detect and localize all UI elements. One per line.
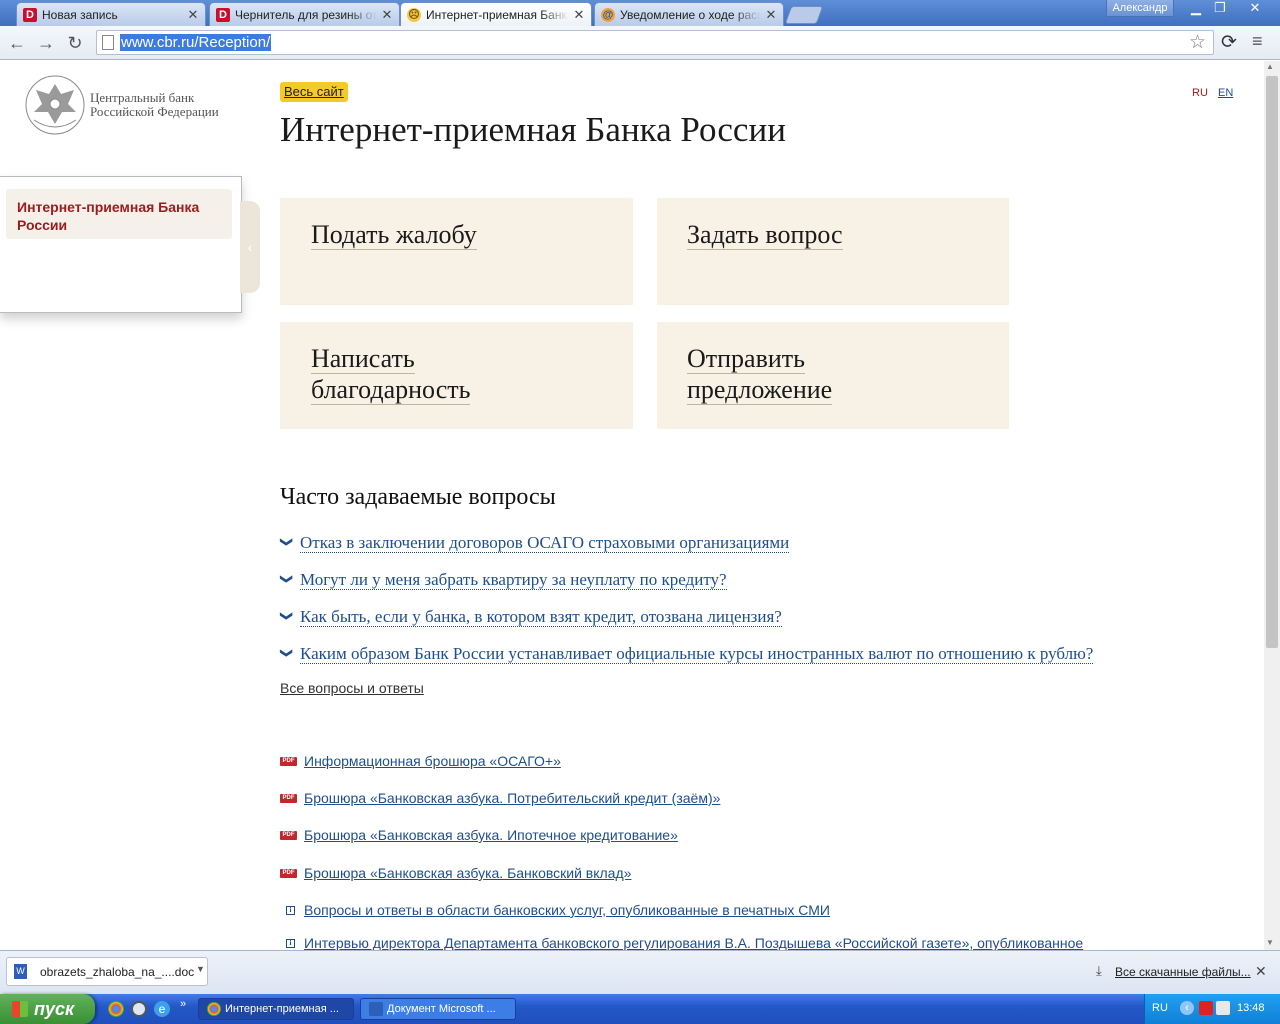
tab-notification[interactable]: @ Уведомление о ходе рассм ✕ <box>594 2 784 26</box>
task-word-document[interactable]: Документ Microsoft ... <box>360 998 516 1020</box>
chrome-icon[interactable] <box>108 1001 124 1017</box>
restore-icon[interactable]: ❐ <box>1208 0 1232 17</box>
question-card[interactable] <box>657 198 1009 305</box>
card-line[interactable]: благодарность <box>311 375 471 405</box>
media-player-icon[interactable] <box>131 1001 147 1017</box>
d-favicon-icon: D <box>23 7 37 22</box>
doc-link[interactable]: Брошюра «Банковская азбука. Потребительс… <box>304 790 720 806</box>
chevron-down-icon[interactable]: ❯ <box>280 537 294 551</box>
all-questions-link[interactable]: Все вопросы и ответы <box>280 680 424 696</box>
pdf-icon: PDF <box>280 869 297 878</box>
url-text[interactable]: www.cbr.ru/Reception/ <box>120 34 272 51</box>
close-icon[interactable]: ✕ <box>187 7 199 23</box>
minimize-icon[interactable]: ▁ <box>1184 0 1208 17</box>
tab-title: Чернитель для резины от с <box>235 7 377 22</box>
close-icon[interactable]: ✕ <box>381 7 393 23</box>
task-label: Документ Microsoft ... <box>387 1003 496 1015</box>
back-arrow-icon[interactable]: ← <box>6 32 28 54</box>
menu-icon[interactable]: ≡ <box>1252 31 1263 52</box>
page-icon <box>102 35 114 50</box>
keyboard-language[interactable]: RU <box>1152 1002 1168 1014</box>
card-line[interactable]: Задать вопрос <box>687 220 843 250</box>
task-label: Интернет-приемная ... <box>225 1003 339 1015</box>
scrollbar-thumb[interactable] <box>1266 76 1278 648</box>
start-button[interactable]: пуск <box>0 994 95 1024</box>
d-favicon-icon: D <box>216 7 230 22</box>
tab-new-post[interactable]: D Новая запись ✕ <box>16 2 206 26</box>
pdf-icon: PDF <box>280 831 297 840</box>
faq-question[interactable]: Могут ли у меня забрать квартиру за неуп… <box>300 570 727 590</box>
page-title: Интернет-приемная Банка России <box>280 110 786 149</box>
info-icon: i <box>286 939 295 948</box>
complaint-card[interactable] <box>280 198 633 305</box>
show-all-downloads-link[interactable]: Все скачанные файлы... <box>1115 965 1251 979</box>
doc-link[interactable]: Брошюра «Банковская азбука. Банковский в… <box>304 865 631 881</box>
new-tab-button[interactable] <box>784 6 824 24</box>
doc-link[interactable]: Вопросы и ответы в области банковских ус… <box>304 902 830 918</box>
download-icon: ⤓ <box>1096 963 1102 978</box>
close-icon[interactable]: ✕ <box>765 7 777 23</box>
pdf-icon: PDF <box>280 757 297 766</box>
card-line[interactable]: Отправить <box>687 344 806 374</box>
mail-favicon-icon: @ <box>601 7 615 22</box>
extension-icon[interactable]: ⟳ <box>1221 31 1237 54</box>
close-icon[interactable]: ✕ <box>573 7 585 23</box>
task-chrome-window[interactable]: Интернет-приемная ... <box>198 998 354 1020</box>
doc-link[interactable]: Брошюра «Банковская азбука. Ипотечное кр… <box>304 827 678 843</box>
lang-ru: RU <box>1192 87 1208 99</box>
tray-expand-icon[interactable]: ‹ <box>1180 1001 1194 1015</box>
pdf-icon: PDF <box>280 794 297 803</box>
collapse-chevron-icon[interactable]: ‹ <box>240 201 260 293</box>
sidebar-item-label[interactable]: Интернет-приемная Банка России <box>17 198 222 234</box>
doc-link[interactable]: Интервью директора Департамента банковск… <box>304 935 1083 951</box>
chevron-down-icon[interactable]: ❯ <box>280 574 294 588</box>
start-label: пуск <box>34 999 75 1019</box>
gratitude-link[interactable]: Написать благодарность <box>311 343 471 405</box>
word-doc-icon: W <box>14 964 27 979</box>
network-icon[interactable] <box>1216 1001 1230 1015</box>
all-site-link[interactable]: Весь сайт <box>280 82 348 102</box>
info-icon: i <box>286 906 295 915</box>
ie-icon[interactable]: e <box>154 1001 170 1017</box>
chevron-down-icon[interactable]: ❯ <box>280 648 294 662</box>
complaint-link[interactable]: Подать жалобу <box>311 219 477 250</box>
card-line[interactable]: предложение <box>687 375 833 405</box>
faq-heading: Часто задаваемые вопросы <box>280 484 556 510</box>
tab-title: Уведомление о ходе рассм <box>620 7 761 22</box>
clock[interactable]: 13:48 <box>1237 1002 1265 1014</box>
word-doc-icon <box>369 1002 383 1016</box>
question-link[interactable]: Задать вопрос <box>687 219 843 250</box>
antivirus-icon[interactable] <box>1199 1001 1213 1015</box>
faq-question[interactable]: Как быть, если у банка, в котором взят к… <box>300 607 782 627</box>
tab-cbr-reception[interactable]: ☹ Интернет-приемная Банка Р ✕ <box>400 2 592 26</box>
reload-icon[interactable]: ↻ <box>64 32 86 54</box>
close-window-icon[interactable]: ✕ <box>1242 0 1268 17</box>
faq-question[interactable]: Отказ в заключении договоров ОСАГО страх… <box>300 533 790 553</box>
taskbar <box>0 994 1280 1024</box>
cbr-favicon-icon: ☹ <box>407 7 421 22</box>
doc-link[interactable]: Информационная брошюра «ОСАГО+» <box>304 753 561 769</box>
logo-line2[interactable]: Российской Федерации <box>90 104 219 120</box>
chrome-icon <box>207 1002 221 1016</box>
scroll-down-icon[interactable]: ▼ <box>1266 938 1274 947</box>
close-icon[interactable]: ✕ <box>1255 963 1267 980</box>
tab-rubber-blackener[interactable]: D Чернитель для резины от с ✕ <box>209 2 400 26</box>
tab-title: Новая запись <box>42 7 118 22</box>
proposal-link[interactable]: Отправить предложение <box>687 343 833 405</box>
quicklaunch-more-icon[interactable]: » <box>180 998 186 1010</box>
forward-arrow-icon[interactable]: → <box>35 32 57 54</box>
dropdown-arrow-icon[interactable]: ▼ <box>196 964 205 974</box>
star-icon[interactable]: ☆ <box>1189 31 1206 54</box>
double-eagle-emblem-icon[interactable] <box>24 74 86 136</box>
profile-name[interactable]: Александр <box>1106 0 1174 17</box>
lang-en-link[interactable]: EN <box>1218 87 1233 99</box>
card-line[interactable]: Написать <box>311 344 415 374</box>
card-line[interactable]: Подать жалобу <box>311 220 477 250</box>
chevron-down-icon[interactable]: ❯ <box>280 611 294 625</box>
windows-flag-icon <box>12 1001 28 1017</box>
faq-question[interactable]: Каким образом Банк России устанавливает … <box>300 644 1094 664</box>
download-filename[interactable]: obrazets_zhaloba_na_....doc <box>40 965 194 979</box>
tab-title: Интернет-приемная Банка Р <box>426 7 569 22</box>
scroll-up-icon[interactable]: ▲ <box>1266 62 1274 71</box>
